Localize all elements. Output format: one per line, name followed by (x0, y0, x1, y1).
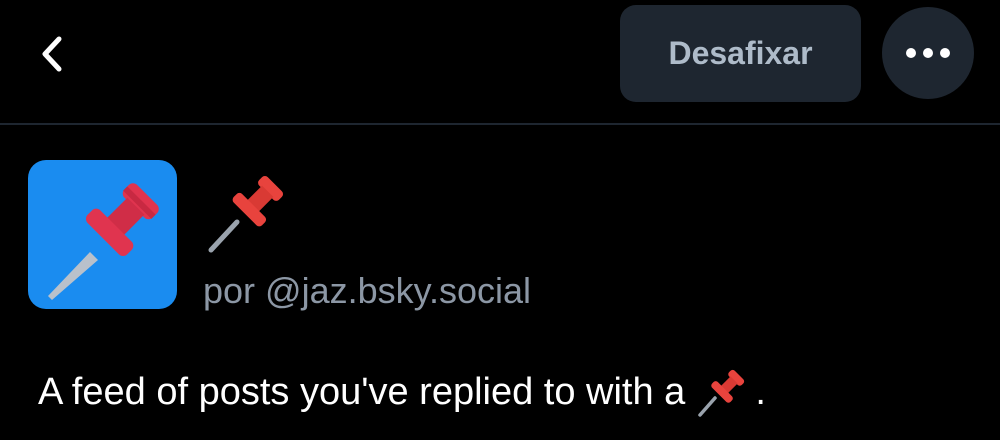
unpin-button-label: Desafixar (668, 35, 813, 71)
feed-title (203, 168, 293, 258)
pushpin-emoji (698, 369, 745, 417)
ellipsis-icon (903, 48, 954, 58)
pushpin-icon (48, 183, 159, 300)
header-bar: Desafixar (0, 0, 1000, 125)
feed-avatar (28, 160, 177, 309)
more-options-button[interactable] (882, 7, 974, 99)
feed-description-end: . (755, 370, 766, 413)
unpin-button[interactable]: Desafixar (620, 5, 861, 102)
feed-description-text: A feed of posts you've replied to with a (38, 370, 686, 413)
feed-page: Desafixar por @jaz.bsky.social A feed of… (0, 0, 1000, 440)
feed-author[interactable]: por @jaz.bsky.social (203, 270, 531, 312)
chevron-left-icon (42, 36, 62, 72)
back-button[interactable] (22, 24, 82, 84)
feed-description: A feed of posts you've replied to with a… (38, 365, 766, 419)
pushpin-emoji (208, 175, 284, 253)
